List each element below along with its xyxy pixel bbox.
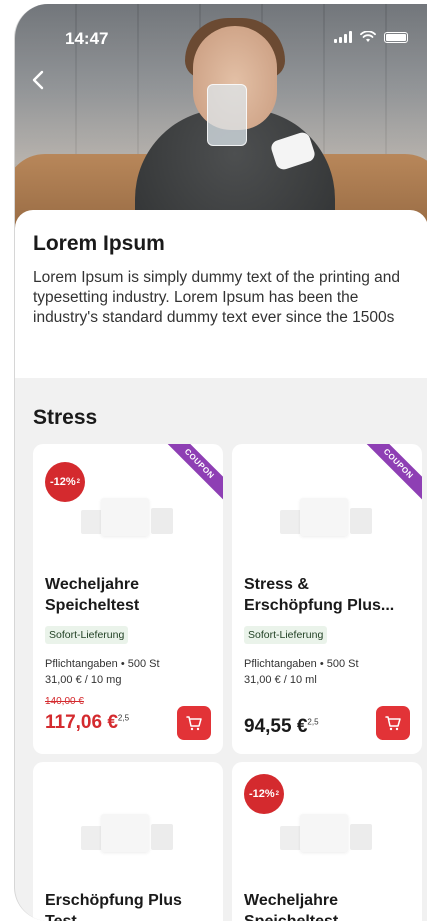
section-title: Stress [33, 406, 98, 429]
meta-line1: Pflichtangaben • 500 St [45, 658, 160, 670]
product-name-line1: Stress & [244, 576, 309, 593]
status-bar: 14:47 [15, 4, 427, 64]
intro-text: Lorem Ipsum is simply dummy text of the … [33, 269, 400, 326]
product-card[interactable]: Erschöpfung Plus Test [33, 762, 223, 921]
back-button[interactable] [31, 66, 55, 98]
cart-icon [186, 716, 202, 731]
product-name: Erschöpfung Plus Test [45, 890, 215, 921]
product-meta: Pflichtangaben • 500 St 31,00 € / 10 mg [45, 656, 160, 688]
price-value: 94,55 € [244, 716, 308, 737]
product-card[interactable]: COUPON Stress & Erschöpfung Plus... Sofo… [232, 444, 422, 754]
product-name: Wecheljahre Speicheltest [45, 574, 215, 616]
price: 117,06 €2,5 [45, 712, 129, 734]
product-image [81, 498, 177, 538]
meta-line1: Pflichtangaben • 500 St [244, 658, 359, 670]
product-card[interactable]: COUPON -12% 2 Wecheljahre Speicheltest So… [33, 444, 223, 754]
product-image [81, 814, 177, 854]
product-name-line1: Wecheljahre [45, 576, 139, 593]
product-name: Stress & Erschöpfung Plus... [244, 574, 414, 616]
product-image [280, 498, 376, 538]
delivery-badge: Sofort-Lieferung [45, 626, 129, 644]
status-time: 14:47 [65, 29, 109, 48]
delivery-badge: Sofort-Lieferung [244, 626, 328, 644]
cart-icon [385, 716, 401, 731]
hero-glass [207, 84, 247, 146]
wifi-icon [360, 31, 376, 42]
discount-badge: -12% 2 [244, 774, 284, 814]
signal-icon [334, 31, 352, 43]
status-icons [334, 31, 408, 43]
product-name-line2: Erschöpfung Plus... [244, 597, 395, 614]
product-name: Wecheljahre Speicheltest [244, 890, 414, 921]
phone-screen: 14:47 Lorem Ipsum Lorem Ipsum is simply … [14, 4, 427, 921]
coupon-ribbon: COUPON [157, 444, 223, 506]
product-name-line2: Test [45, 911, 215, 921]
old-price: 140,00 € [45, 696, 84, 707]
product-name-line2: Speicheltest [45, 597, 140, 614]
discount-value: -12% [49, 476, 76, 488]
price-note: 2,5 [117, 713, 130, 723]
coupon-ribbon: COUPON [356, 444, 422, 506]
product-image [280, 814, 376, 854]
product-meta: Pflichtangaben • 500 St 31,00 € / 10 ml [244, 656, 359, 688]
price-note: 2,5 [307, 717, 319, 727]
product-name-line2: Speicheltest [244, 911, 414, 921]
discount-badge: -12% 2 [45, 462, 85, 502]
intro-title: Lorem Ipsum [33, 232, 165, 255]
discount-note: 2 [76, 479, 81, 485]
chevron-left-icon [32, 70, 44, 90]
battery-icon [384, 31, 408, 43]
product-name-line1: Erschöpfung Plus [45, 892, 182, 909]
discount-note: 2 [275, 791, 280, 797]
product-card[interactable]: -12%2 Wecheljahre Speicheltest [232, 762, 422, 921]
discount-value: -12% [248, 788, 275, 800]
add-to-cart-button[interactable] [376, 706, 410, 740]
add-to-cart-button[interactable] [177, 706, 211, 740]
intro-card: Lorem Ipsum Lorem Ipsum is simply dummy … [15, 210, 427, 378]
meta-line2: 31,00 € / 10 ml [244, 674, 317, 686]
price-value: 117,06 € [45, 712, 118, 733]
product-name-line1: Wecheljahre [244, 892, 338, 909]
meta-line2: 31,00 € / 10 mg [45, 674, 122, 686]
price: 94,55 €2,5 [244, 716, 319, 738]
